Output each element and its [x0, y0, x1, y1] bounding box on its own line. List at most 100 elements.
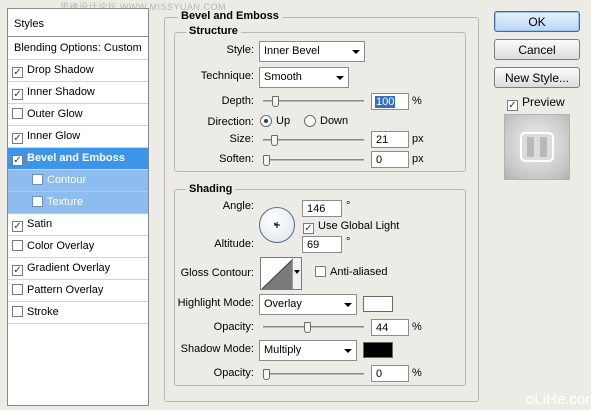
style-item-checkbox[interactable] — [32, 196, 43, 207]
soften-label: Soften: — [219, 153, 254, 165]
altitude-input[interactable]: 69 — [302, 236, 342, 253]
style-item-inner-shadow[interactable]: ✓ Inner Shadow — [8, 82, 148, 104]
preview-check: ✓ — [507, 100, 518, 111]
chevron-down-icon — [344, 349, 352, 353]
style-item-inner-glow[interactable]: ✓ Inner Glow — [8, 126, 148, 148]
direction-up-radio[interactable] — [260, 115, 272, 127]
style-item-checkbox[interactable]: ✓ — [12, 133, 23, 144]
style-item-label: Contour — [47, 174, 87, 186]
shadow-mode-value: Multiply — [264, 344, 302, 356]
shadow-color-swatch[interactable] — [363, 342, 393, 358]
style-item-checkbox[interactable]: ✓ — [12, 89, 23, 100]
gloss-contour-label: Gloss Contour: — [180, 267, 254, 279]
soften-slider-track[interactable] — [263, 159, 364, 161]
style-item-label: Inner Glow — [27, 130, 81, 142]
preview-thumbnail — [504, 114, 570, 180]
style-label: Style: — [226, 44, 254, 56]
style-item-checkbox[interactable]: ✓ — [12, 221, 23, 232]
style-item-satin[interactable]: ✓ Satin — [8, 214, 148, 236]
angle-dial[interactable] — [259, 207, 295, 243]
watermark-bottom: oLiHe.com — [526, 391, 591, 408]
anti-aliased-label: Anti-aliased — [330, 266, 388, 278]
shadow-opacity-unit: % — [412, 367, 422, 379]
new-style-button[interactable]: New Style... — [494, 67, 580, 88]
style-item-drop-shadow[interactable]: ✓ Drop Shadow — [8, 60, 148, 82]
styles-header[interactable]: Styles — [8, 9, 148, 37]
angle-unit: ° — [346, 200, 351, 212]
highlight-mode-value: Overlay — [264, 298, 302, 310]
style-item-stroke[interactable]: Stroke — [8, 302, 148, 324]
shadow-mode-select[interactable]: Multiply — [259, 340, 357, 361]
size-input[interactable]: 21 — [371, 131, 409, 148]
direction-label: Direction: — [207, 116, 254, 128]
highlight-opacity-slider-track[interactable] — [263, 326, 364, 328]
structure-title: Structure — [186, 25, 241, 37]
style-item-pattern-overlay[interactable]: Pattern Overlay — [8, 280, 148, 302]
styles-header-label: Styles — [14, 18, 44, 30]
shadow-opacity-slider-thumb[interactable] — [263, 369, 270, 380]
style-item-checkbox[interactable]: ✓ — [12, 265, 23, 276]
style-item-checkbox[interactable] — [12, 306, 23, 317]
contour-dropdown[interactable] — [292, 258, 301, 289]
use-global-light-label: Use Global Light — [318, 220, 400, 232]
direction-down-label[interactable]: Down — [320, 115, 348, 127]
preview-label: Preview — [522, 95, 565, 109]
style-item-texture[interactable]: Texture — [8, 192, 148, 214]
highlight-mode-select[interactable]: Overlay — [259, 294, 357, 315]
size-slider-thumb[interactable] — [270, 135, 278, 146]
blending-options-item[interactable]: Blending Options: Custom — [8, 38, 148, 60]
size-unit: px — [412, 133, 424, 145]
style-item-checkbox[interactable]: ✓ — [12, 155, 23, 166]
shadow-opacity-input[interactable]: 0 — [371, 365, 409, 382]
style-item-label: Stroke — [27, 306, 59, 318]
style-item-checkbox[interactable] — [12, 108, 23, 119]
direction-down-radio[interactable] — [304, 115, 316, 127]
soften-input[interactable]: 0 — [371, 151, 409, 168]
style-item-contour[interactable]: Contour — [8, 170, 148, 192]
blending-options-label: Blending Options: Custom — [14, 42, 142, 54]
highlight-opacity-unit: % — [412, 321, 422, 333]
highlight-opacity-input[interactable]: 44 — [371, 319, 409, 336]
style-item-color-overlay[interactable]: Color Overlay — [8, 236, 148, 258]
style-item-checkbox[interactable] — [12, 284, 23, 295]
angle-input[interactable]: 146 — [302, 200, 342, 217]
size-slider-track[interactable] — [263, 139, 364, 141]
cancel-button[interactable]: Cancel — [494, 39, 580, 60]
use-global-light-checkbox[interactable]: ✓ Use Global Light — [303, 220, 399, 234]
size-label: Size: — [229, 133, 254, 145]
style-item-label: Bevel and Emboss — [27, 152, 125, 164]
highlight-opacity-slider-thumb[interactable] — [304, 322, 312, 333]
shadow-opacity-label: Opacity: — [213, 367, 254, 379]
anti-aliased-check — [315, 266, 326, 277]
style-item-label: Inner Shadow — [27, 86, 95, 98]
technique-select-value: Smooth — [264, 71, 302, 83]
style-item-outer-glow[interactable]: Outer Glow — [8, 104, 148, 126]
depth-slider-thumb[interactable] — [272, 96, 280, 107]
style-item-label: Satin — [27, 218, 53, 230]
shadow-opacity-slider-track[interactable] — [263, 373, 364, 375]
style-item-bevel-and-emboss[interactable]: ✓ Bevel and Emboss — [8, 148, 148, 170]
angle-label: Angle: — [222, 200, 254, 212]
highlight-color-swatch[interactable] — [363, 296, 393, 312]
depth-unit: % — [412, 95, 422, 107]
ok-button[interactable]: OK — [494, 11, 580, 32]
anti-aliased-checkbox[interactable]: Anti-aliased — [315, 266, 387, 278]
direction-up-label[interactable]: Up — [276, 115, 290, 127]
highlight-opacity-label: Opacity: — [213, 321, 254, 333]
depth-input[interactable]: 100 — [371, 93, 409, 110]
altitude-unit: ° — [346, 236, 351, 248]
style-item-gradient-overlay[interactable]: ✓ Gradient Overlay — [8, 258, 148, 280]
technique-select[interactable]: Smooth — [259, 67, 349, 88]
bevel-emboss-title: Bevel and Emboss — [178, 10, 282, 22]
gloss-contour-picker[interactable] — [260, 257, 302, 290]
style-item-label: Drop Shadow — [27, 64, 94, 76]
depth-value: 100 — [375, 96, 396, 108]
style-item-checkbox[interactable] — [12, 240, 23, 251]
highlight-mode-label: Highlight Mode: — [177, 297, 254, 309]
preview-checkbox[interactable]: ✓ Preview — [507, 95, 565, 111]
style-item-checkbox[interactable] — [32, 174, 43, 185]
style-item-checkbox[interactable]: ✓ — [12, 67, 23, 78]
soften-slider-thumb[interactable] — [263, 155, 270, 166]
chevron-down-icon — [352, 50, 360, 54]
style-select[interactable]: Inner Bevel — [259, 41, 365, 62]
